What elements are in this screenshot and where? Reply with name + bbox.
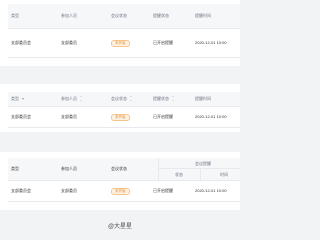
header-reminder-time: 提醒时间 [195,96,211,101]
cell-reminder-time: 2020-12-01 10:00 [195,40,227,45]
header-attendees-label: 参加人员 [61,96,77,101]
header-status: 会议状态 [111,166,127,171]
cell-type: 支部委员会 [11,188,31,193]
header-reminder-time: 提醒时间 [195,13,211,18]
header-attendees[interactable]: 参加人员 [58,96,108,102]
divider [8,57,240,58]
cell-status: 未开始 [108,39,150,47]
table-basic: 类型 参加人员 会议状态 提醒状态 提醒时间 支部委员会 支部委员 未开始 已开… [0,0,240,66]
header-reminder-status-label: 提醒状态 [153,96,169,101]
header-status: 会议状态 [111,13,127,18]
table-header-grouped: 类型 参加人员 会议状态 会议提醒 状态 时间 [8,158,240,180]
subheader-time: 时间 [220,172,228,177]
cell-attendees: 支部委员 [61,114,77,119]
divider [158,168,240,169]
sort-icon[interactable] [172,96,175,102]
status-badge: 未开始 [111,39,130,47]
header-reminder-status[interactable]: 提醒状态 [150,96,192,102]
sort-icon[interactable] [80,96,83,102]
cell-attendees: 支部委员 [61,188,77,193]
header-status[interactable]: 会议状态 [108,96,150,102]
header-type: 类型 [11,166,19,171]
divider [8,201,240,202]
table-row[interactable]: 支部委员会 支部委员 未开始 已开启提醒 2020-12-01 10:00 [8,110,240,124]
header-status-label: 会议状态 [111,96,127,101]
cell-type: 支部委员会 [11,114,31,119]
table-header-row: 类型 参加人员 会议状态 提醒状态 提醒时间 [8,92,240,106]
cell-type: 支部委员会 [11,40,31,45]
cell-reminder-time: 2020-12-01 10:00 [195,188,227,193]
watermark: @大星星 [107,224,133,230]
table-header-row: 类型 参加人员 会议状态 提醒状态 提醒时间 [8,4,240,28]
header-group-reminder: 会议提醒 [195,161,211,166]
divider [8,180,240,181]
table-row[interactable]: 支部委员会 支部委员 未开始 已开启提醒 2020-12-01 10:00 [8,184,240,198]
header-type[interactable]: 类型 [8,96,58,102]
filter-icon[interactable] [22,97,24,100]
divider [8,127,240,128]
table-filter-sort: 类型 参加人员 会议状态 提醒状态 提醒时间 支部委员会 支部委员 未开始 已开… [0,84,240,132]
header-attendees: 参加人员 [61,13,77,18]
header-reminder-status: 提醒状态 [153,13,169,18]
cell-reminder-status: 已开启提醒 [153,188,173,193]
divider [8,106,240,107]
divider [8,28,240,29]
sort-icon[interactable] [130,96,133,102]
header-attendees: 参加人员 [61,166,77,171]
table-row[interactable]: 支部委员会 支部委员 未开始 已开启提醒 2020-12-01 10:00 [8,36,240,50]
cell-reminder-status: 已开启提醒 [153,40,173,45]
cell-reminder-time: 2020-12-01 10:00 [195,114,227,119]
status-badge: 未开始 [111,113,130,121]
cell-status: 未开始 [108,113,150,121]
status-badge: 未开始 [111,187,130,195]
header-type: 类型 [11,13,19,18]
header-type-label: 类型 [11,96,19,101]
cell-reminder-status: 已开启提醒 [153,114,173,119]
cell-attendees: 支部委员 [61,40,77,45]
cell-status: 未开始 [108,187,150,195]
table-grouped-header: 类型 参加人员 会议状态 会议提醒 状态 时间 支部委员会 支部委员 未开始 已… [0,152,240,210]
subheader-status: 状态 [175,172,183,177]
